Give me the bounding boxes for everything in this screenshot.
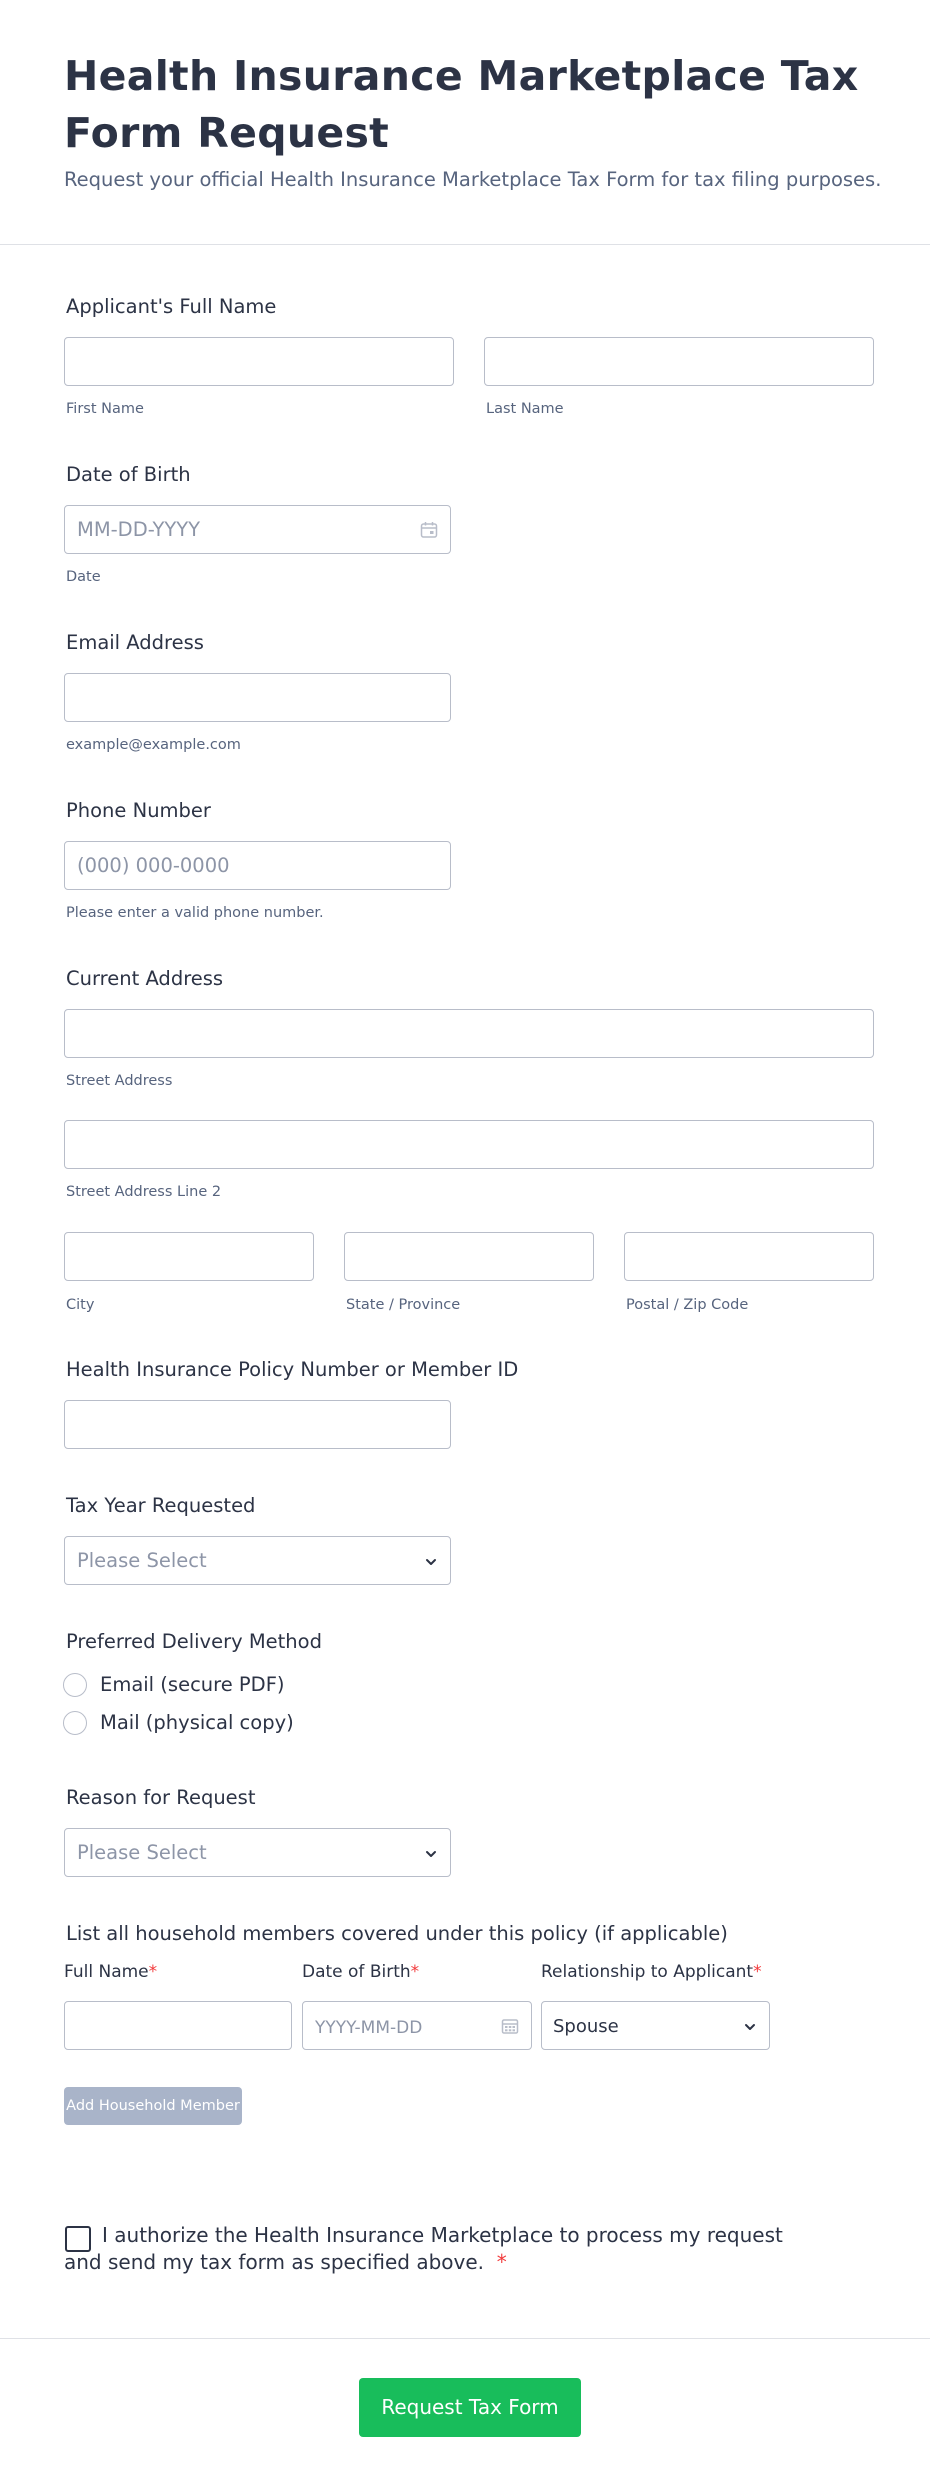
chevron-down-icon <box>426 1559 436 1565</box>
household-column-full-name: Full Name* <box>64 1962 158 1982</box>
street-address-line2-input[interactable] <box>64 1120 874 1169</box>
dob-placeholder: MM-DD-YYYY <box>77 518 201 541</box>
reason-label: Reason for Request <box>66 1786 256 1809</box>
radio-button[interactable] <box>63 1673 87 1697</box>
policy-number-input[interactable] <box>64 1400 451 1449</box>
dob-sublabel: Date <box>66 569 101 585</box>
reason-select[interactable]: Please Select <box>64 1828 451 1877</box>
household-column-dob: Date of Birth* <box>302 1962 420 1982</box>
postal-code-sublabel: Postal / Zip Code <box>626 1297 749 1313</box>
calendar-icon[interactable] <box>500 2016 520 2036</box>
consent-text: I authorize the Health Insurance Marketp… <box>64 2223 783 2274</box>
street-address-line2-sublabel: Street Address Line 2 <box>66 1184 222 1200</box>
phone-label: Phone Number <box>66 799 211 822</box>
form-header: Health Insurance Marketplace Tax Form Re… <box>0 0 930 245</box>
request-tax-form-button[interactable]: Request Tax Form <box>359 2378 581 2437</box>
household-full-name-input[interactable] <box>64 2001 292 2050</box>
address-label: Current Address <box>66 967 224 990</box>
tax-year-label: Tax Year Requested <box>66 1494 256 1517</box>
required-marker: * <box>148 1962 158 1982</box>
household-dob-placeholder: YYYY-MM-DD <box>315 2018 423 2038</box>
first-name-input[interactable] <box>64 337 454 386</box>
household-dob-input[interactable]: YYYY-MM-DD <box>302 2001 532 2050</box>
street-address-input[interactable] <box>64 1009 874 1058</box>
policy-label: Health Insurance Policy Number or Member… <box>66 1358 519 1381</box>
last-name-input[interactable] <box>484 337 874 386</box>
phone-input[interactable]: (000) 000-0000 <box>64 841 451 890</box>
household-label: List all household members covered under… <box>66 1922 728 1945</box>
radio-button[interactable] <box>63 1711 87 1735</box>
delivery-option-label: Email (secure PDF) <box>100 1673 285 1696</box>
required-marker: * <box>410 1962 420 1982</box>
street-address-sublabel: Street Address <box>66 1073 173 1089</box>
email-label: Email Address <box>66 631 204 654</box>
email-sublabel: example@example.com <box>66 737 241 753</box>
tax-year-placeholder: Please Select <box>77 1549 207 1572</box>
form-title: Health Insurance Marketplace Tax Form Re… <box>64 52 859 157</box>
state-input[interactable] <box>344 1232 594 1281</box>
dob-input[interactable]: MM-DD-YYYY <box>64 505 451 554</box>
delivery-option-label: Mail (physical copy) <box>100 1711 294 1734</box>
state-sublabel: State / Province <box>346 1297 461 1313</box>
delivery-label: Preferred Delivery Method <box>66 1630 322 1653</box>
full-name-label: Applicant's Full Name <box>66 295 277 318</box>
chevron-down-icon <box>745 2024 755 2030</box>
required-marker: * <box>496 2250 507 2274</box>
last-name-sublabel: Last Name <box>486 401 564 417</box>
required-marker: * <box>753 1962 762 1982</box>
form-subtitle: Request your official Health Insurance M… <box>64 168 882 191</box>
city-input[interactable] <box>64 1232 314 1281</box>
household-relationship-select[interactable]: Spouse <box>541 2001 770 2050</box>
first-name-sublabel: First Name <box>66 401 144 417</box>
phone-sublabel: Please enter a valid phone number. <box>66 905 324 921</box>
calendar-icon[interactable] <box>419 520 439 540</box>
city-sublabel: City <box>66 1297 95 1313</box>
tax-year-select[interactable]: Please Select <box>64 1536 451 1585</box>
add-household-member-button[interactable]: Add Household Member <box>64 2087 242 2125</box>
postal-code-input[interactable] <box>624 1232 874 1281</box>
reason-placeholder: Please Select <box>77 1841 207 1864</box>
phone-placeholder: (000) 000-0000 <box>77 854 230 877</box>
household-column-relationship: Relationship to Applicant* <box>541 1962 762 1982</box>
chevron-down-icon <box>426 1851 436 1857</box>
household-relationship-value: Spouse <box>553 2016 619 2037</box>
dob-label: Date of Birth <box>66 463 191 486</box>
email-input[interactable] <box>64 673 451 722</box>
